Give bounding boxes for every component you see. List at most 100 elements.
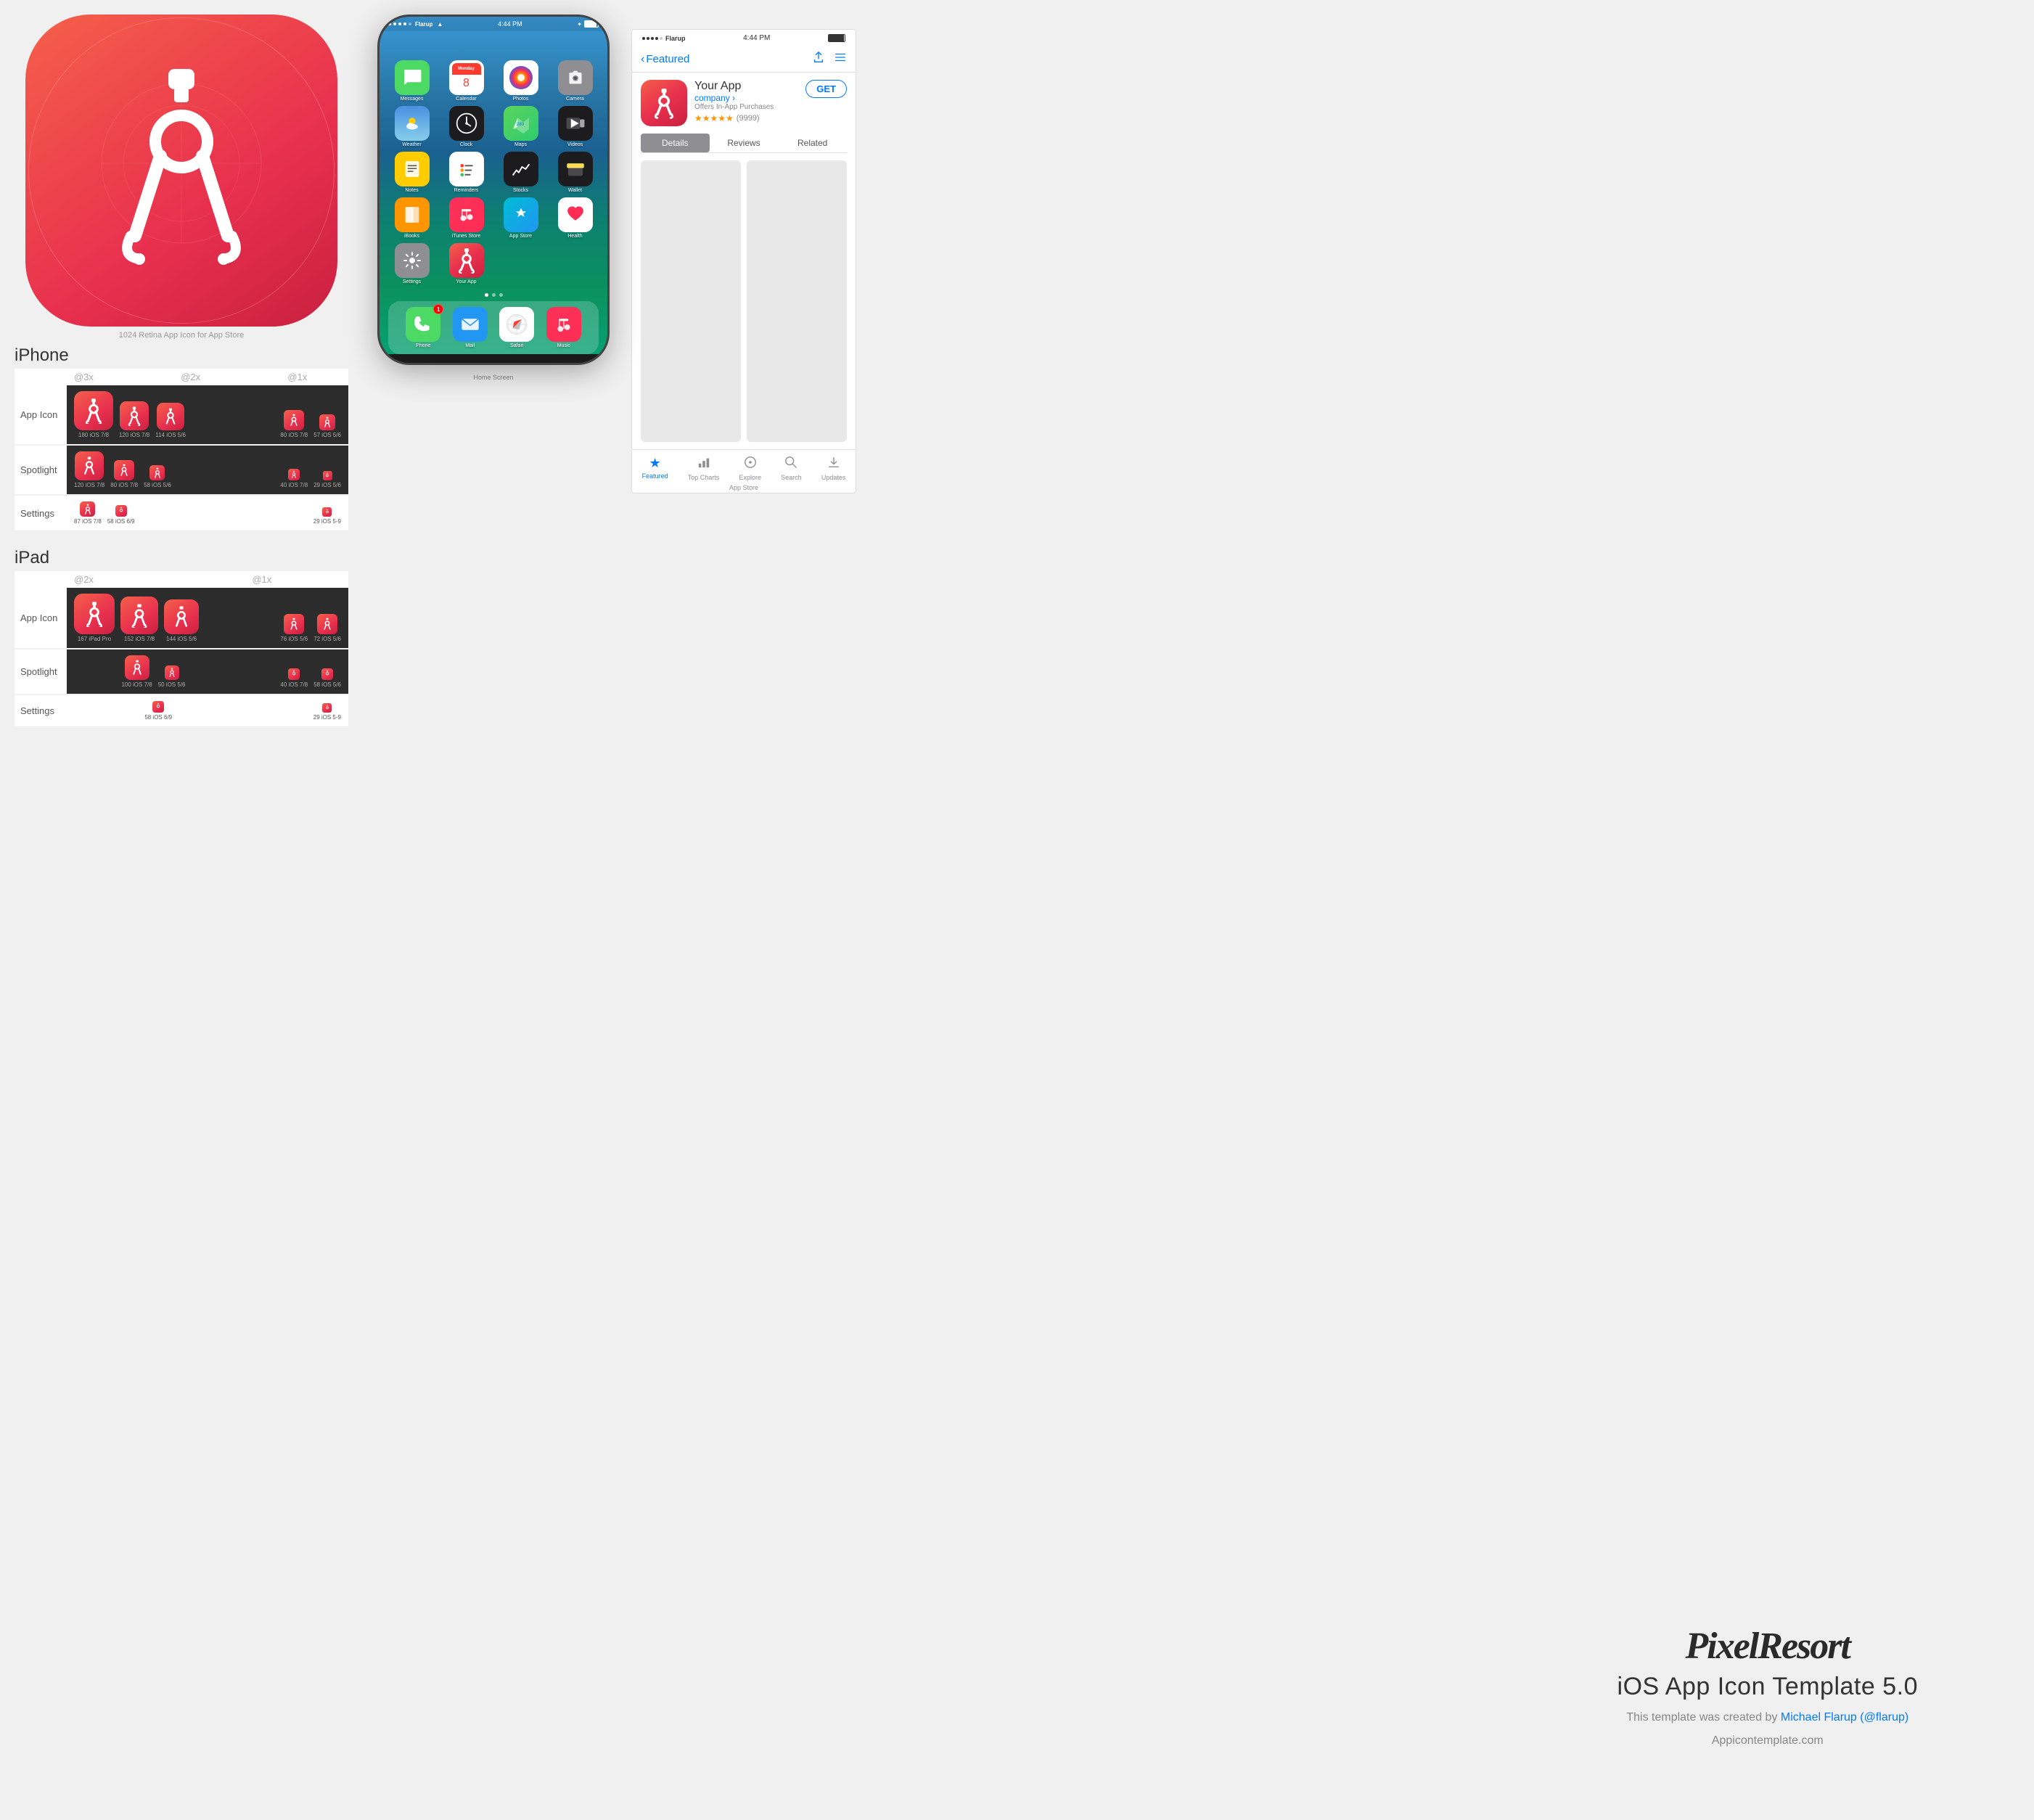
ipad-settings-row: Settings 58 iOS 6/9 29 iOS 5-9 xyxy=(15,695,348,726)
status-right: ✦ xyxy=(577,20,599,28)
as-share-icon[interactable] xyxy=(812,51,825,67)
as-dot-4 xyxy=(655,37,658,40)
as-get-button[interactable]: GET xyxy=(805,80,847,98)
icon-sp-80-label: 80 iOS 7/8 xyxy=(110,482,138,488)
ipad-scale-1x: @1x xyxy=(252,574,341,585)
ipad-label: iPad xyxy=(15,542,348,571)
as-battery-area xyxy=(828,34,845,42)
icon-sp-120: 120 iOS 7/8 xyxy=(74,451,104,488)
app-weather[interactable]: Weather xyxy=(385,104,438,149)
app-grid: Messages Monday 8 Calendar xyxy=(380,37,607,289)
app-itunes[interactable]: iTunes Store xyxy=(440,196,493,240)
as-app-iap: Offers In-App Purchases xyxy=(694,103,798,111)
maps-icon: 280 xyxy=(504,106,538,141)
messages-label: Messages xyxy=(401,97,424,102)
ipad-row-label-settings: Settings xyxy=(15,695,67,726)
icon-120: 120 iOS 7/8 xyxy=(119,401,149,438)
as-tabbar-search[interactable]: Search xyxy=(781,456,802,481)
author-name[interactable]: Michael Flarup (@flarup) xyxy=(1781,1711,1908,1723)
ipad-row-label-spotlight: Spotlight xyxy=(15,649,67,694)
as-tab-reviews[interactable]: Reviews xyxy=(710,134,779,152)
clock-label: Clock xyxy=(460,142,473,147)
app-yourapp[interactable]: Your App xyxy=(440,242,493,286)
icon-ipad-76: 76 iOS 5/6 xyxy=(280,614,308,642)
icon-ipad-72-img xyxy=(317,614,337,634)
app-camera[interactable]: Camera xyxy=(549,59,602,103)
app-notes[interactable]: Notes xyxy=(385,150,438,194)
as-tab-related[interactable]: Related xyxy=(778,134,847,152)
time-label: 4:44 PM xyxy=(498,20,522,28)
svg-text:280: 280 xyxy=(516,122,524,127)
icon-ipad-76-label: 76 iOS 5/6 xyxy=(280,636,308,642)
dock-phone[interactable]: 1 Phone xyxy=(406,307,440,348)
page-dots xyxy=(380,289,607,301)
icon-ipad-sp-100-label: 100 iOS 7/8 xyxy=(121,681,152,688)
as-battery-fill xyxy=(829,35,844,41)
as-screenshots xyxy=(632,153,856,449)
icon-set-87-img xyxy=(80,501,95,517)
iphone-label: iPhone xyxy=(15,340,348,369)
icon-ipad-sp-40-img xyxy=(288,668,300,680)
appstore-panel: Flarup 4:44 PM ‹ Featured xyxy=(631,29,856,493)
icon-ipad-144: 144 iOS 5/6 xyxy=(164,599,199,642)
website-label[interactable]: Appicontemplate.com xyxy=(1712,1734,1824,1747)
as-back-button[interactable]: ‹ Featured xyxy=(641,53,689,66)
icon-ipad-sp-50: 50 iOS 5/6 xyxy=(158,665,186,688)
phone-label: Phone xyxy=(416,343,430,348)
ipad-scale-2x: @2x xyxy=(74,574,252,585)
dock-music[interactable]: Music xyxy=(546,307,581,348)
as-battery xyxy=(828,34,845,42)
as-tab-details[interactable]: Details xyxy=(641,134,710,152)
icon-ipad-set-58-label: 58 iOS 6/9 xyxy=(144,714,172,721)
icon-180-img xyxy=(74,391,113,430)
as-screenshot-1 xyxy=(641,160,741,442)
icon-180: 180 iOS 7/8 xyxy=(74,391,113,438)
as-stars: ★★★★★ xyxy=(694,113,734,123)
icon-ipad-set-58: 58 iOS 6/9 xyxy=(144,701,172,721)
as-rating-row: ★★★★★ (9999) xyxy=(694,113,798,123)
dock-mail[interactable]: Mail xyxy=(453,307,488,348)
as-tabbar-explore[interactable]: Explore xyxy=(739,456,761,481)
app-health[interactable]: Health xyxy=(549,196,602,240)
page-dot-1 xyxy=(485,293,488,297)
app-calendar[interactable]: Monday 8 Calendar xyxy=(440,59,493,103)
as-topchart-label: Top Charts xyxy=(688,474,720,481)
app-ibooks[interactable]: iBooks xyxy=(385,196,438,240)
as-menu-icon[interactable] xyxy=(834,51,847,67)
as-tabbar-featured[interactable]: ★ Featured xyxy=(642,456,668,481)
as-search-icon xyxy=(784,456,797,472)
safari-label: Safari xyxy=(510,343,523,348)
app-videos[interactable]: Videos xyxy=(549,104,602,149)
app-appstore[interactable]: App Store xyxy=(494,196,547,240)
icon-sp-40-img xyxy=(288,469,300,480)
app-photos[interactable]: Photos xyxy=(494,59,547,103)
as-status-bar: Flarup 4:44 PM xyxy=(632,30,856,46)
app-clock[interactable]: Clock xyxy=(440,104,493,149)
app-wallet[interactable]: Wallet xyxy=(549,150,602,194)
as-tabbar-updates[interactable]: Updates xyxy=(821,456,846,481)
as-app-company[interactable]: company › xyxy=(694,93,798,103)
weather-icon xyxy=(395,106,430,141)
app-messages[interactable]: Messages xyxy=(385,59,438,103)
icon-ipad-sp-100: 100 iOS 7/8 xyxy=(121,655,152,688)
app-maps[interactable]: 280 Maps xyxy=(494,104,547,149)
as-screenshot-2 xyxy=(747,160,847,442)
icon-ipad-144-img xyxy=(164,599,199,634)
icon-ipad-72: 72 iOS 5/6 xyxy=(313,614,341,642)
app-settings[interactable]: Settings xyxy=(385,242,438,286)
template-desc: This template was created by Michael Fla… xyxy=(1626,1708,1908,1727)
app-reminders[interactable]: Reminders xyxy=(440,150,493,194)
dock-safari[interactable]: Safari xyxy=(499,307,534,348)
icon-114-label: 114 iOS 5/6 xyxy=(155,432,186,438)
app-stocks[interactable]: Stocks xyxy=(494,150,547,194)
iphone-screen: Flarup ▲ 4:44 PM ✦ xyxy=(380,17,607,354)
yourapp-icon xyxy=(449,243,484,278)
music-label: Music xyxy=(557,343,570,348)
ipad-row-label-appicon: App Icon xyxy=(15,588,67,648)
mail-dock-icon xyxy=(453,307,488,342)
ipad-section: iPad @2x @1x App Icon 167 iPad Pro xyxy=(15,542,348,726)
as-tabbar-topchart[interactable]: Top Charts xyxy=(688,456,720,481)
signal-dot-1 xyxy=(388,22,391,25)
desc-prefix: This template was created by xyxy=(1626,1711,1781,1723)
icon-ipad-sp-50-img xyxy=(165,665,179,680)
